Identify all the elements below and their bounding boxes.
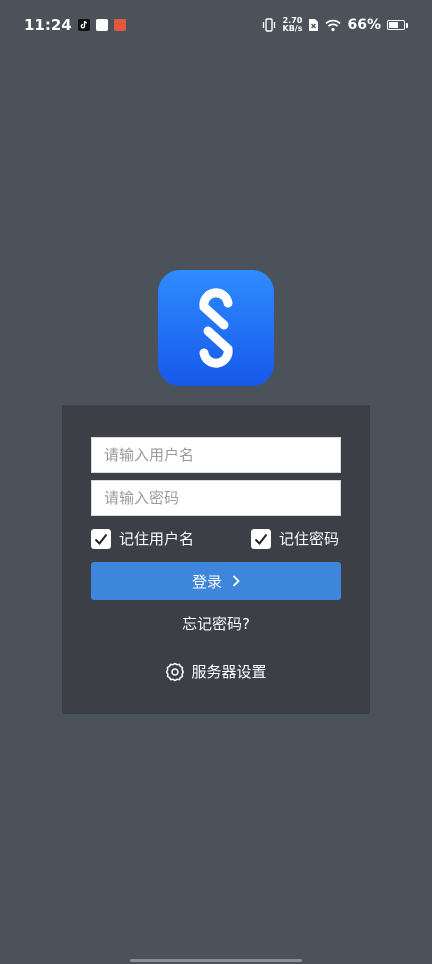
remember-username-label: 记住用户名 — [119, 530, 195, 548]
server-settings-label: 服务器设置 — [191, 663, 267, 681]
app-logo — [158, 270, 274, 386]
red-app-notification-icon — [113, 19, 126, 31]
home-indicator[interactable] — [130, 959, 302, 962]
remember-password-option[interactable]: 记住密码 — [251, 528, 339, 549]
wifi-icon — [325, 19, 342, 31]
remember-username-checkbox[interactable] — [91, 528, 111, 549]
checkmark-icon — [254, 533, 268, 545]
login-button[interactable]: 登录 — [91, 562, 341, 600]
battery-percent: 66% — [347, 17, 381, 33]
status-left: 11:24 — [24, 16, 126, 34]
login-panel: 记住用户名 记住密码 登录 忘记密码? 服务器设置 — [62, 405, 370, 714]
login-button-label: 登录 — [191, 572, 222, 591]
vibrate-icon — [262, 18, 275, 32]
status-bar: 11:24 2.70 KB/s 66% — [0, 0, 432, 50]
remember-username-option[interactable]: 记住用户名 — [91, 528, 194, 549]
forgot-password-link[interactable]: 忘记密码? — [62, 613, 370, 634]
gear-icon — [166, 662, 185, 681]
chevron-right-icon — [232, 575, 240, 587]
tiktok-notification-icon — [77, 19, 90, 31]
status-time: 11:24 — [24, 16, 72, 34]
app-logo-s-icon — [199, 288, 233, 368]
network-speed: 2.70 KB/s — [283, 17, 303, 33]
password-input[interactable] — [91, 480, 341, 516]
white-square-notification-icon — [95, 19, 108, 31]
no-sim-icon — [309, 19, 319, 31]
battery-icon — [387, 20, 408, 30]
remember-password-label: 记住密码 — [279, 530, 340, 548]
network-speed-unit: KB/s — [282, 24, 303, 33]
username-input[interactable] — [91, 437, 341, 473]
remember-password-checkbox[interactable] — [251, 528, 271, 549]
status-right: 2.70 KB/s 66% — [261, 17, 408, 33]
server-settings-button[interactable]: 服务器设置 — [62, 661, 370, 682]
checkmark-icon — [94, 533, 108, 545]
